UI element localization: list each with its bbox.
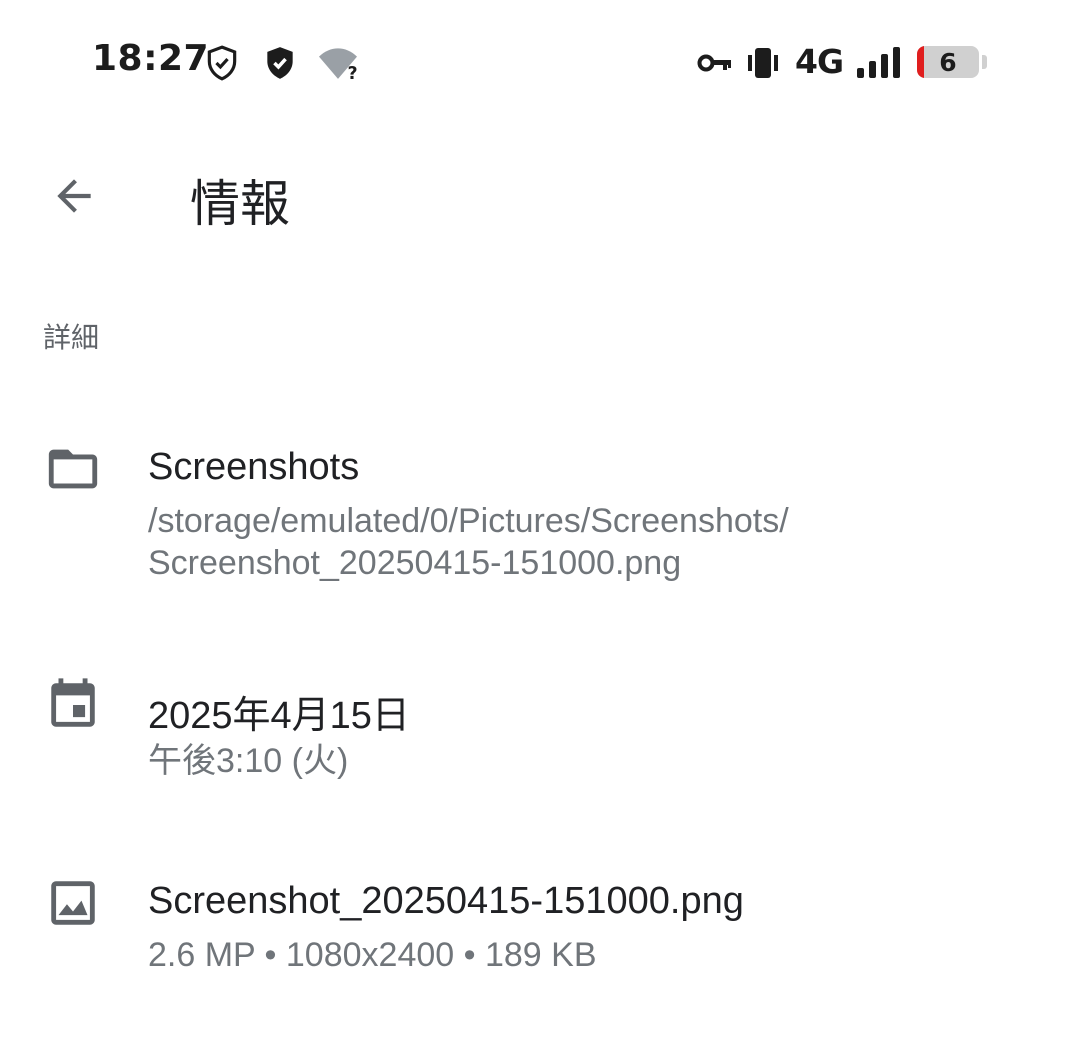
signal-icon [857,47,900,78]
wifi-unknown-icon: ? [319,48,358,82]
section-header-details: 詳細 [43,321,100,354]
file-path: /storage/emulated/0/Pictures/Screenshots… [148,500,948,584]
folder-name: Screenshots [148,446,360,488]
shield-outline-icon [207,45,237,81]
battery-level: 6 [939,48,957,77]
status-time: 18:27 [92,38,210,79]
image-file-name: Screenshot_20250415-151000.png [148,880,744,922]
battery-tip [982,55,987,69]
vibrate-icon [748,48,778,78]
file-path-line-1: /storage/emulated/0/Pictures/Screenshots… [148,502,789,540]
battery-icon: 6 [917,46,979,78]
detail-row-image: Screenshot_20250415-151000.png 2.6 MP • … [0,874,1080,984]
time-value: 午後3:10 (火) [148,742,349,780]
detail-row-date: 2025年4月15日 午後3:10 (火) [0,676,1080,786]
file-path-line-2: Screenshot_20250415-151000.png [148,544,682,582]
folder-icon [48,449,98,489]
calendar-icon [51,678,95,727]
status-bar: 18:27 ? 4G 6 [0,0,1080,125]
detail-row-folder: Screenshots /storage/emulated/0/Pictures… [0,440,1080,590]
page-title: 情報 [190,175,290,233]
date-value: 2025年4月15日 [148,695,410,737]
svg-text:?: ? [348,64,358,82]
image-metadata: 2.6 MP • 1080x2400 • 189 KB [148,936,597,974]
arrow-back-icon [57,179,91,213]
image-icon [51,881,95,925]
back-button[interactable] [36,158,112,234]
vpn-key-icon [697,54,731,72]
shield-filled-icon [267,47,293,79]
network-type-label: 4G [795,42,844,81]
